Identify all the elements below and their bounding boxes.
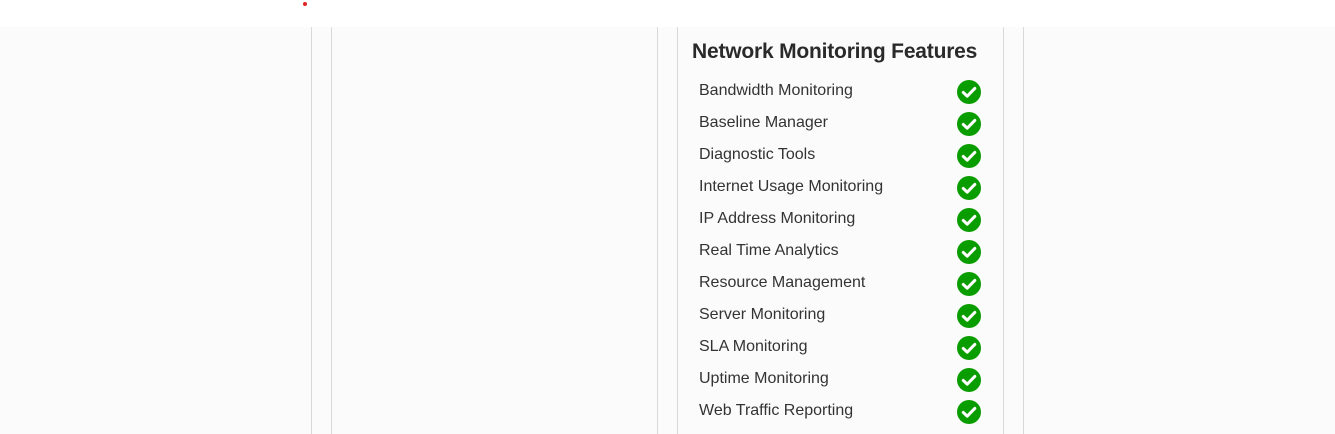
column-divider [331,27,332,434]
feature-row: Resource Management [699,268,983,300]
column-divider [1003,27,1004,434]
check-circle-icon [957,80,981,104]
feature-row: Uptime Monitoring [699,364,983,396]
check-circle-icon [957,336,981,360]
feature-label: Web Traffic Reporting [699,402,854,419]
feature-label: Server Monitoring [699,306,826,323]
feature-row: Bandwidth Monitoring [699,76,983,108]
feature-label: IP Address Monitoring [699,210,856,227]
top-strip [0,0,1335,27]
column-divider [657,27,658,434]
column-divider [1023,27,1024,434]
check-circle-icon [957,304,981,328]
check-circle-icon [957,112,981,136]
check-circle-icon [957,272,981,296]
panel-title: Network Monitoring Features [692,40,978,63]
check-circle-icon [957,400,981,424]
feature-label: Internet Usage Monitoring [699,178,884,195]
feature-label: Uptime Monitoring [699,370,829,387]
feature-label: Baseline Manager [699,114,828,131]
red-dot-marker [303,2,307,6]
feature-label: Resource Management [699,274,866,291]
feature-row: IP Address Monitoring [699,204,983,236]
column-divider [311,27,312,434]
feature-label: Diagnostic Tools [699,146,816,163]
feature-label: Bandwidth Monitoring [699,82,853,99]
feature-row: Server Monitoring [699,300,983,332]
check-circle-icon [957,144,981,168]
feature-row: Web Traffic Reporting [699,396,983,428]
feature-list: Bandwidth Monitoring Baseline Manager Diag… [699,76,983,428]
feature-row: Diagnostic Tools [699,140,983,172]
feature-row: Baseline Manager [699,108,983,140]
check-circle-icon [957,208,981,232]
check-circle-icon [957,240,981,264]
network-monitoring-features-panel: Network Monitoring Features Bandwidth Mo… [678,27,1003,434]
feature-label: Real Time Analytics [699,242,839,259]
feature-row: SLA Monitoring [699,332,983,364]
check-circle-icon [957,368,981,392]
feature-row: Internet Usage Monitoring [699,172,983,204]
check-circle-icon [957,176,981,200]
feature-label: SLA Monitoring [699,338,808,355]
feature-row: Real Time Analytics [699,236,983,268]
